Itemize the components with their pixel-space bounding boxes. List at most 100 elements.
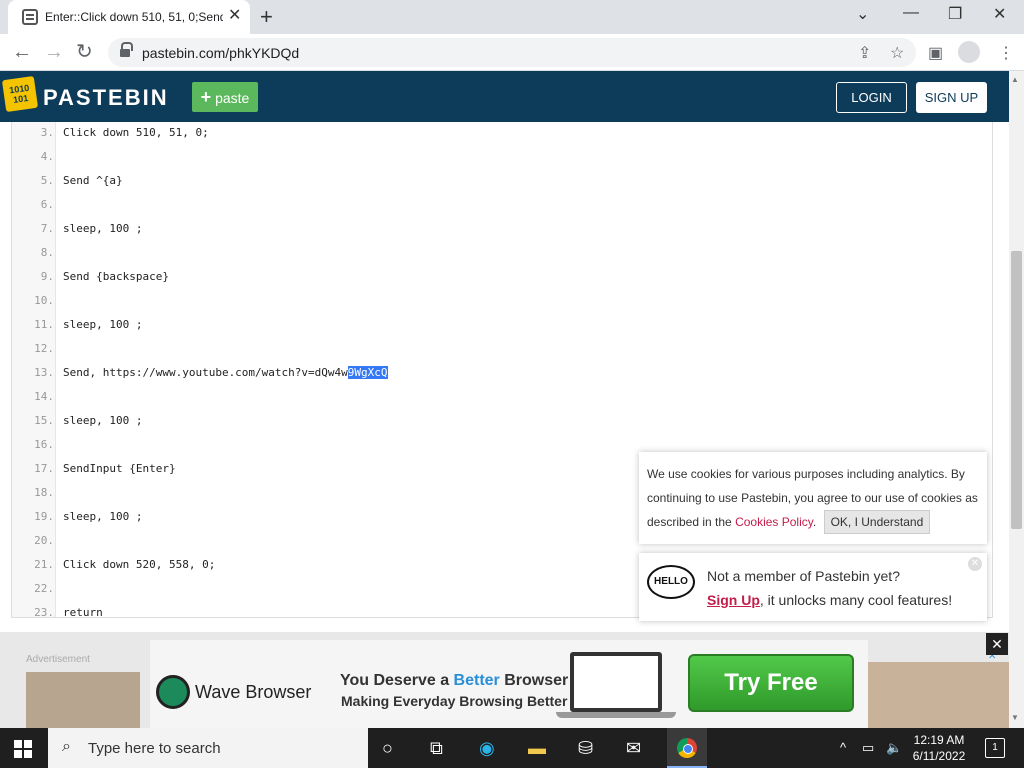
- line-number: 8.: [40, 246, 54, 259]
- code-line: 5. Send ^{a}: [12, 170, 992, 194]
- selected-text[interactable]: 9WgXcQ: [347, 366, 388, 379]
- windows-start-icon[interactable]: [14, 740, 32, 758]
- code-text-content: Click down 520, 558, 0;: [63, 558, 216, 571]
- window-close-icon[interactable]: ✕: [993, 4, 1006, 24]
- cortana-icon[interactable]: ○: [382, 738, 393, 758]
- notifications-icon[interactable]: 1: [985, 738, 1005, 758]
- restore-icon[interactable]: ❐: [948, 4, 962, 24]
- accept-cookies-button[interactable]: OK, I Understand: [823, 510, 931, 534]
- file-explorer-icon[interactable]: ▬: [528, 738, 546, 758]
- line-number: 7.: [40, 222, 54, 235]
- member-promo: HELLO Not a member of Pastebin yet? Sign…: [639, 553, 987, 621]
- line-number: 10.: [34, 294, 54, 307]
- taskbar-clock[interactable]: 12:19 AM 6/11/2022: [908, 732, 970, 764]
- ad-close-icon[interactable]: ✕: [986, 633, 1008, 655]
- signup-link[interactable]: Sign Up: [707, 592, 760, 608]
- browser-tab-strip: Enter::Click down 510, 51, 0;Send ✕ + ⌄ …: [0, 0, 1024, 34]
- tab-title: Enter::Click down 510, 51, 0;Send: [45, 10, 223, 24]
- ad-label: Advertisement: [26, 654, 90, 665]
- ad-tagline-pre: You Deserve a: [340, 672, 454, 689]
- cookie-notice: We use cookies for various purposes incl…: [639, 452, 987, 544]
- code-text[interactable]: SendInput {Enter}: [63, 462, 176, 475]
- share-icon[interactable]: ⇪: [858, 43, 871, 63]
- code-text[interactable]: Click down 510, 51, 0;: [63, 126, 209, 139]
- code-text[interactable]: Click down 520, 558, 0;: [63, 558, 215, 571]
- ad-tagline-post: Browser: [499, 672, 569, 689]
- reload-icon[interactable]: ↻: [76, 40, 93, 64]
- scroll-up-icon[interactable]: ▲: [1011, 75, 1019, 84]
- code-line: 9. Send {backspace}: [12, 266, 992, 290]
- code-text-content: Send {backspace}: [63, 270, 169, 283]
- cookie-text-end: .: [812, 515, 817, 529]
- code-line: 8.: [12, 242, 992, 266]
- line-number: 11.: [34, 318, 54, 331]
- code-text-content: return: [63, 606, 103, 618]
- code-line: 14.: [12, 386, 992, 410]
- code-text[interactable]: Send {backspace}: [63, 270, 169, 283]
- code-text-content: sleep, 100 ;: [63, 510, 143, 523]
- line-number: 21.: [34, 558, 54, 571]
- code-text[interactable]: sleep, 100 ;: [63, 414, 142, 427]
- back-icon[interactable]: ←: [12, 40, 32, 64]
- line-number: 12.: [34, 342, 54, 355]
- member-close-icon[interactable]: ✕: [968, 557, 982, 571]
- code-line: 13. Send, https://www.youtube.com/watch?v…: [12, 362, 992, 386]
- bookmark-star-icon[interactable]: ☆: [890, 43, 904, 63]
- line-number: 5.: [40, 174, 54, 187]
- code-text[interactable]: sleep, 100 ;: [63, 222, 142, 235]
- edge-icon[interactable]: ◉: [479, 738, 495, 758]
- ad-banner[interactable]: Advertisement Wave Browser You Deserve a…: [0, 632, 1009, 728]
- page-scrollbar[interactable]: ▲ ▼: [1009, 71, 1024, 728]
- volume-icon[interactable]: 🔈: [886, 740, 902, 756]
- side-panel-icon[interactable]: ▣: [928, 42, 943, 66]
- forward-icon[interactable]: →: [44, 40, 64, 64]
- ad-content[interactable]: Wave Browser You Deserve a Better Browse…: [150, 640, 996, 728]
- clock-time: 12:19 AM: [913, 733, 965, 747]
- pastebin-logo-icon[interactable]: 1010 101: [1, 75, 39, 113]
- signup-button[interactable]: SIGN UP: [916, 82, 987, 113]
- network-icon[interactable]: ▭: [862, 740, 874, 756]
- pastebin-brand[interactable]: PASTEBIN: [43, 85, 169, 111]
- scroll-down-icon[interactable]: ▼: [1011, 713, 1019, 722]
- taskbar-search[interactable]: ⌕ Type here to search: [48, 728, 368, 768]
- mail-icon[interactable]: ✉: [626, 738, 641, 758]
- pastebin-favicon-icon: [22, 9, 38, 25]
- code-text-content: sleep, 100 ;: [63, 318, 143, 331]
- try-free-button[interactable]: Try Free: [688, 654, 854, 712]
- chrome-menu-icon[interactable]: ⋮: [998, 42, 1014, 66]
- chrome-icon[interactable]: [677, 738, 697, 758]
- show-hidden-icons-icon[interactable]: ^: [840, 740, 846, 755]
- scrollbar-thumb[interactable]: [1011, 251, 1022, 529]
- tab-close-icon[interactable]: ✕: [228, 7, 241, 25]
- tab-search-chevron-icon[interactable]: ⌄: [856, 4, 869, 24]
- windows-taskbar: ⌕ Type here to search ○ ⧉ ◉ ▬ ⛁ ✉ ^ ▭ 🔈 …: [0, 728, 1024, 768]
- line-number: 19.: [34, 510, 54, 523]
- omnibox[interactable]: pastebin.com/phkYKDQd ⇪ ☆: [108, 38, 916, 67]
- store-icon[interactable]: ⛁: [578, 738, 593, 758]
- url-text[interactable]: pastebin.com/phkYKDQd: [142, 45, 299, 61]
- plus-icon: +: [200, 87, 212, 107]
- login-button[interactable]: LOGIN: [836, 82, 907, 113]
- code-text[interactable]: sleep, 100 ;: [63, 510, 142, 523]
- minimize-icon[interactable]: —: [903, 4, 919, 22]
- code-text-content: sleep, 100 ;: [63, 414, 143, 427]
- profile-avatar-icon[interactable]: [958, 41, 980, 63]
- member-cta: Sign Up, it unlocks many cool features!: [707, 592, 952, 608]
- ad-tagline: You Deserve a Better Browser: [340, 672, 568, 690]
- code-text[interactable]: Send, https://www.youtube.com/watch?v=dQ…: [63, 366, 388, 379]
- paste-label: paste: [215, 90, 250, 106]
- line-number: 17.: [34, 462, 54, 475]
- code-text[interactable]: sleep, 100 ;: [63, 318, 142, 331]
- task-view-icon[interactable]: ⧉: [430, 738, 443, 758]
- lock-icon[interactable]: [120, 42, 133, 58]
- hello-speech-bubble-icon: HELLO: [647, 565, 695, 599]
- new-tab-icon[interactable]: +: [260, 4, 273, 30]
- browser-tab[interactable]: Enter::Click down 510, 51, 0;Send ✕: [8, 0, 250, 34]
- code-text-content: SendInput {Enter}: [63, 462, 176, 475]
- new-paste-button[interactable]: + paste: [192, 82, 258, 112]
- member-cta-text: , it unlocks many cool features!: [759, 592, 953, 608]
- code-text[interactable]: return: [63, 606, 103, 618]
- cookies-policy-link[interactable]: Cookies Policy: [735, 515, 813, 529]
- code-text[interactable]: Send ^{a}: [63, 174, 123, 187]
- code-line: 4.: [12, 146, 992, 170]
